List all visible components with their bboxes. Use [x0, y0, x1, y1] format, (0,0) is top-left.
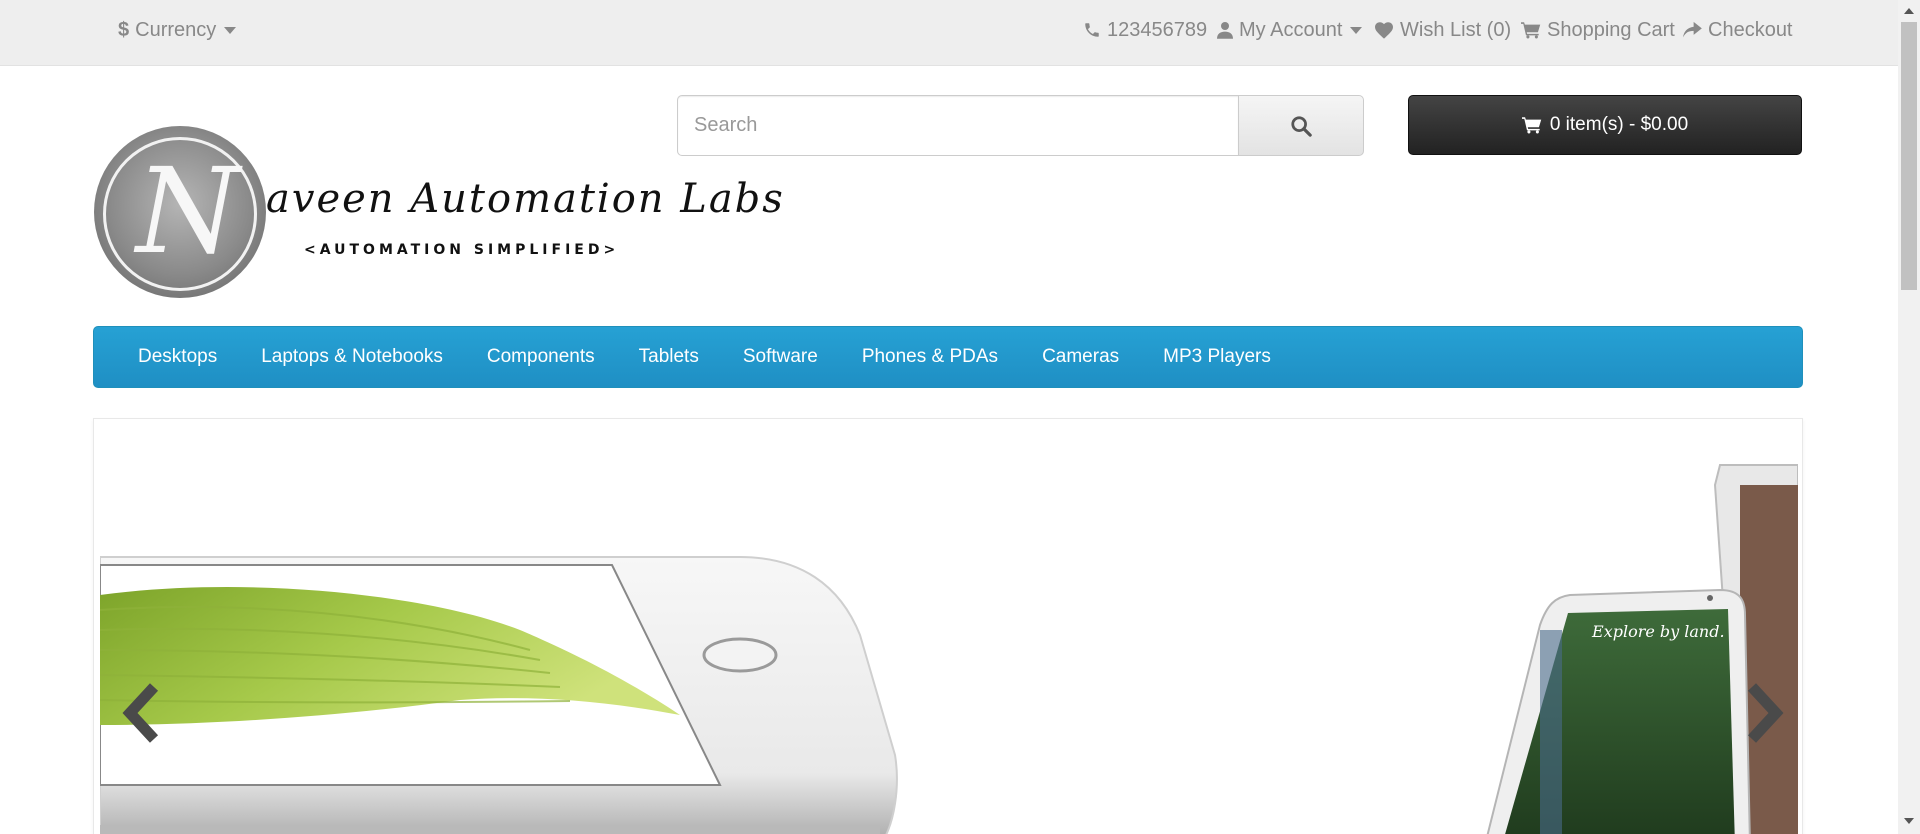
share-icon: [1683, 21, 1702, 38]
phone-number: 123456789: [1107, 18, 1208, 41]
chevron-right-icon: [1747, 683, 1784, 743]
logo-letter: N: [136, 142, 240, 280]
caret-down-icon: [224, 26, 237, 34]
scroll-down-arrow[interactable]: [1904, 818, 1914, 824]
heart-icon: [1375, 22, 1393, 39]
menu-item-laptops-notebooks[interactable]: Laptops & Notebooks: [239, 327, 465, 387]
menu-item-desktops[interactable]: Desktops: [116, 327, 239, 387]
scrollbar-thumb[interactable]: [1901, 22, 1917, 290]
dollar-icon: $: [118, 18, 130, 41]
category-menu: Desktops Laptops & Notebooks Components …: [93, 326, 1803, 388]
slide-caption: Explore by land.: [1591, 622, 1725, 641]
phone-icon: [1085, 23, 1099, 37]
menu-item-cameras[interactable]: Cameras: [1020, 327, 1141, 387]
slide[interactable]: Explore by land.: [100, 425, 1798, 834]
logo-name: aveen Automation Labs: [266, 176, 785, 222]
phone-link[interactable]: 123456789: [1083, 18, 1207, 42]
slide-prev-button[interactable]: [118, 681, 166, 745]
logo-emblem: N: [94, 126, 266, 298]
menu-item-software[interactable]: Software: [721, 327, 840, 387]
search-bar: [677, 95, 1364, 156]
currency-label: Currency: [135, 18, 217, 41]
search-button[interactable]: [1238, 95, 1364, 156]
slide-next-button[interactable]: [1740, 681, 1788, 745]
scroll-up-arrow[interactable]: [1904, 8, 1914, 14]
slide-image: Explore by land.: [100, 464, 1798, 834]
cart-button[interactable]: 0 item(s) - $0.00: [1408, 95, 1802, 155]
wishlist-label: Wish List (0): [1400, 18, 1512, 41]
checkout-link[interactable]: Checkout: [1682, 18, 1793, 42]
site-logo[interactable]: N aveen Automation Labs <AUTOMATION SIMP…: [94, 124, 783, 300]
vertical-scrollbar[interactable]: [1898, 0, 1920, 834]
search-input[interactable]: [677, 95, 1238, 156]
wishlist-link[interactable]: Wish List (0): [1374, 18, 1511, 42]
cart-icon: [1521, 22, 1541, 39]
menu-item-components[interactable]: Components: [465, 327, 617, 387]
logo-tagline: <AUTOMATION SIMPLIFIED>: [304, 242, 620, 258]
home-button: [702, 637, 778, 673]
slideshow: Explore by land.: [93, 418, 1803, 834]
my-account-dropdown[interactable]: My Account: [1217, 18, 1363, 42]
shopping-cart-link[interactable]: Shopping Cart: [1521, 18, 1675, 42]
top-bar: $ Currency 123456789 My Account Wish Lis…: [0, 0, 1898, 66]
shopping-cart-label: Shopping Cart: [1547, 18, 1675, 41]
menu-item-tablets[interactable]: Tablets: [617, 327, 721, 387]
menu-item-mp3-players[interactable]: MP3 Players: [1141, 327, 1293, 387]
my-account-label: My Account: [1239, 18, 1343, 41]
checkout-label: Checkout: [1708, 18, 1793, 41]
menu-item-phones-pdas[interactable]: Phones & PDAs: [840, 327, 1020, 387]
search-icon: [1291, 115, 1312, 137]
caret-down-icon: [1350, 26, 1363, 34]
user-icon: [1217, 22, 1233, 39]
cart-icon: [1521, 117, 1542, 134]
cart-total: 0 item(s) - $0.00: [1549, 114, 1689, 135]
chevron-left-icon: [122, 683, 159, 743]
currency-dropdown[interactable]: $ Currency: [118, 18, 237, 42]
